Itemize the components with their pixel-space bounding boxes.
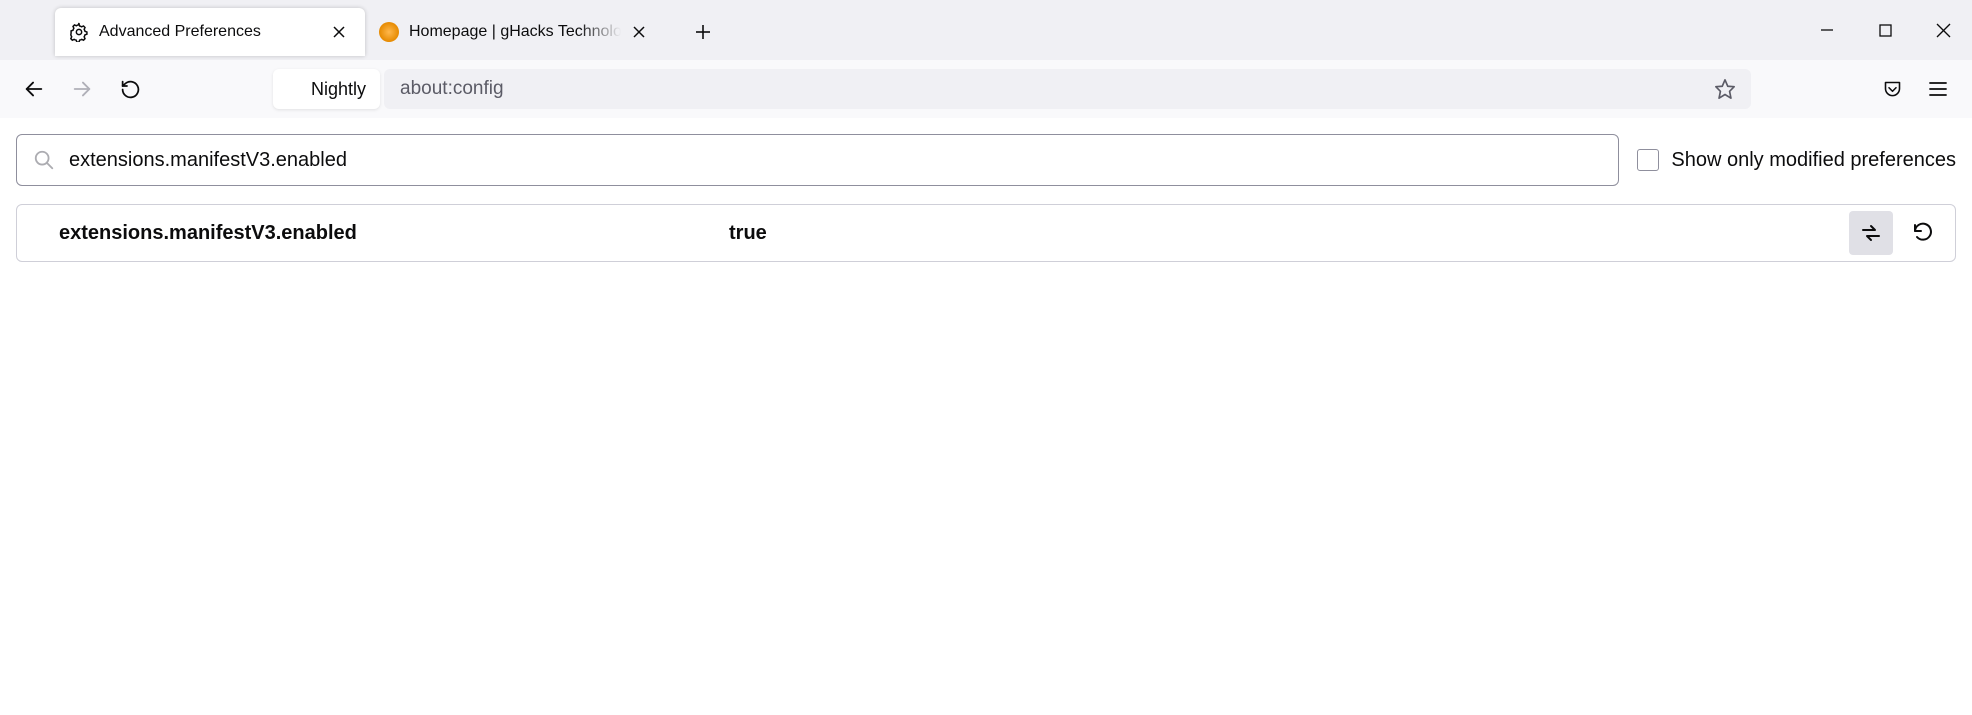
bookmark-star-button[interactable] — [1707, 71, 1743, 107]
urlbar-container: Nightly about:config — [273, 69, 1751, 109]
new-tab-button[interactable] — [683, 12, 723, 52]
preference-row: extensions.manifestV3.enabled true — [16, 204, 1956, 262]
toggle-button[interactable] — [1849, 211, 1893, 255]
pocket-button[interactable] — [1872, 69, 1912, 109]
reload-button[interactable] — [110, 69, 150, 109]
back-button[interactable] — [14, 69, 54, 109]
identity-label: Nightly — [311, 79, 366, 100]
tab-close-button[interactable] — [327, 20, 351, 44]
window-close-button[interactable] — [1914, 0, 1972, 60]
about-config-content: Show only modified preferences extension… — [0, 118, 1972, 278]
url-bar[interactable]: about:config — [384, 69, 1751, 109]
navigation-toolbar: Nightly about:config — [0, 60, 1972, 118]
window-maximize-button[interactable] — [1856, 0, 1914, 60]
forward-button[interactable] — [62, 69, 102, 109]
url-text: about:config — [400, 78, 1707, 100]
tab-close-button[interactable] — [627, 20, 651, 44]
gear-icon — [69, 22, 89, 42]
preference-search-input[interactable] — [69, 149, 1602, 172]
preference-value: true — [729, 222, 1849, 245]
firefox-nightly-icon — [283, 79, 303, 99]
window-minimize-button[interactable] — [1798, 0, 1856, 60]
tab-title: Homepage | gHacks Technology News — [409, 23, 621, 41]
ghacks-favicon — [379, 22, 399, 42]
app-menu-button[interactable] — [1918, 69, 1958, 109]
window-controls — [1798, 0, 1972, 60]
search-box — [16, 134, 1619, 186]
identity-box[interactable]: Nightly — [273, 69, 380, 109]
checkbox-label: Show only modified preferences — [1671, 149, 1956, 172]
preference-actions — [1849, 211, 1945, 255]
checkbox-box — [1637, 149, 1659, 171]
tab-advanced-preferences[interactable]: Advanced Preferences — [55, 8, 365, 56]
tab-title: Advanced Preferences — [99, 23, 321, 41]
search-icon — [33, 149, 55, 171]
search-row: Show only modified preferences — [16, 134, 1956, 186]
tab-bar: Advanced Preferences Homepage | gHacks T… — [0, 0, 1972, 60]
preference-name: extensions.manifestV3.enabled — [59, 222, 729, 245]
show-only-modified-checkbox[interactable]: Show only modified preferences — [1637, 149, 1956, 172]
tab-ghacks[interactable]: Homepage | gHacks Technology News — [365, 8, 665, 56]
reset-button[interactable] — [1901, 211, 1945, 255]
